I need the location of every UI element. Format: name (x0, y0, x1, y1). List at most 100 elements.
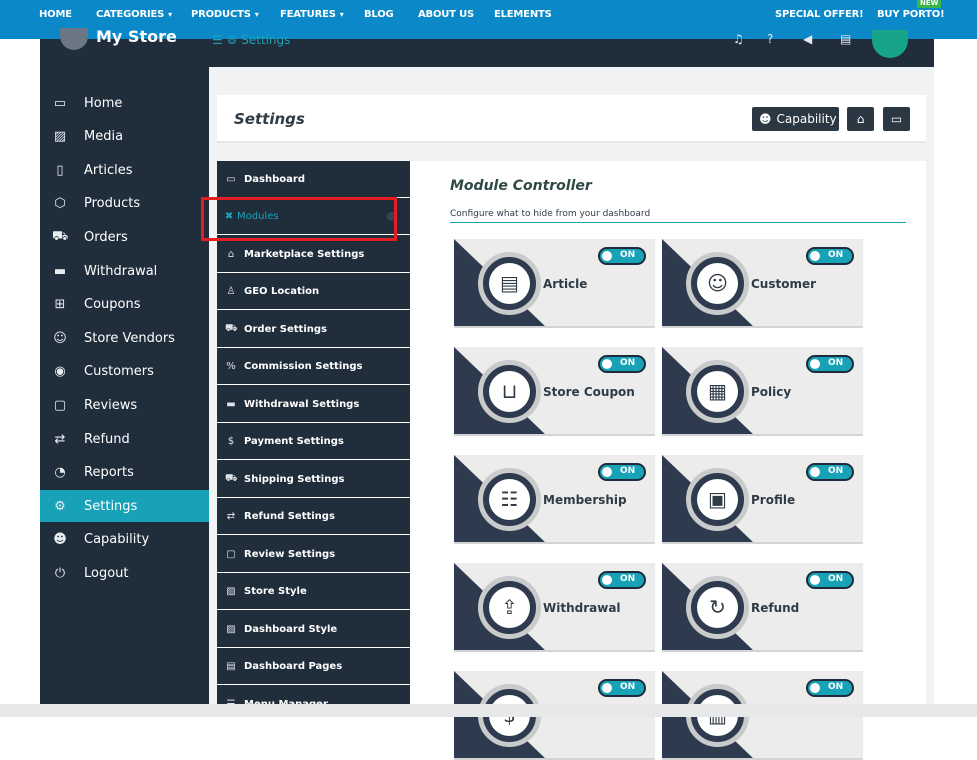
comment-icon: ▢ (53, 397, 67, 413)
highlight-box (201, 197, 397, 241)
toggle-label: ON (828, 250, 844, 260)
submenu-item-commission-settings[interactable]: % Commission Settings (217, 348, 410, 385)
module-toggle[interactable]: ON (598, 679, 646, 697)
sidebar-item-reviews[interactable]: ▢ Reviews (40, 389, 209, 421)
gears-icon: ⚙ (54, 498, 66, 514)
sidebar-item-store-vendors[interactable]: ☺ Store Vendors (40, 322, 209, 354)
policy-icon: ▦ (697, 371, 738, 412)
menu-toggle-icon[interactable]: ☰ (212, 33, 223, 47)
submenu-item-label: Marketplace Settings (244, 248, 365, 260)
module-toggle[interactable]: ON (598, 247, 646, 265)
sidebar-item-orders[interactable]: ⛟ Orders (40, 221, 209, 253)
settings-submenu: ▭ Dashboard ✖ Modules ◎ ⌂ Marketplace Settin… (217, 161, 410, 723)
submenu-item-review-settings[interactable]: ▢ Review Settings (217, 536, 410, 573)
module-card-article: ▤ Article ON (454, 239, 655, 328)
submenu-item-order-settings[interactable]: ⛟ Order Settings (217, 311, 410, 348)
capability-button[interactable]: ☻ Capability (752, 107, 839, 131)
submenu-item-geo-location[interactable]: ♙ GEO Location (217, 273, 410, 310)
help-icon[interactable]: ? (767, 32, 773, 46)
submenu-item-withdrawal-settings[interactable]: ▬ Withdrawal Settings (217, 386, 410, 423)
nav-elements[interactable]: ELEMENTS (494, 9, 552, 20)
dollar-icon: $ (227, 435, 235, 447)
nav-categories-label: CATEGORIES (96, 9, 165, 20)
submenu-item-store-style[interactable]: ▨ Store Style (217, 573, 410, 610)
pie-chart-icon: ◔ (54, 464, 66, 480)
sidebar-item-products[interactable]: ⬡ Products (40, 187, 209, 219)
sidebar-item-settings[interactable]: ⚙ Settings (40, 490, 209, 522)
sidebar-item-label: Settings (84, 498, 138, 514)
toggle-label: ON (620, 250, 636, 260)
nav-categories[interactable]: CATEGORIES ▾ (96, 9, 172, 20)
toggle-label: ON (620, 466, 636, 476)
coupon-basket-icon: ⊔ (489, 371, 530, 412)
submenu-item-refund-settings[interactable]: ⇄ Refund Settings (217, 498, 410, 535)
submenu-item-dashboard-pages[interactable]: ▤ Dashboard Pages (217, 648, 410, 685)
nav-features[interactable]: FEATURES ▾ (280, 9, 344, 20)
module-toggle[interactable]: ON (806, 679, 854, 697)
sidebar-item-reports[interactable]: ◔ Reports (40, 456, 209, 488)
withdrawal-icon: ⇪ (489, 587, 530, 628)
sidebar-item-media[interactable]: ▨ Media (40, 120, 209, 152)
submenu-item-shipping-settings[interactable]: ⛟ Shipping Settings (217, 461, 410, 498)
image-icon: ▨ (53, 128, 67, 144)
module-card-policy: ▦ Policy ON (662, 347, 863, 436)
chevron-down-icon: ▾ (254, 10, 259, 19)
submenu-item-label: Dashboard Pages (244, 660, 343, 672)
sidebar-item-home[interactable]: ▭ Home (40, 87, 209, 119)
submenu-item-dashboard-style[interactable]: ▨ Dashboard Style (217, 611, 410, 648)
module-toggle[interactable]: ON (806, 355, 854, 373)
submenu-item-dashboard[interactable]: ▭ Dashboard (217, 161, 410, 198)
module-toggle[interactable]: ON (806, 463, 854, 481)
location-icon: ♙ (226, 285, 236, 297)
page-header: Settings ☻ Capability ⌂ ▭ (217, 95, 926, 143)
module-toggle[interactable]: ON (806, 247, 854, 265)
module-name: Profile (751, 493, 796, 507)
module-name: Article (543, 277, 588, 291)
module-toggle[interactable]: ON (806, 571, 854, 589)
module-toggle[interactable]: ON (598, 463, 646, 481)
sidebar-item-capability[interactable]: ☻ Capability (40, 523, 209, 555)
user-circle-icon: ◉ (54, 363, 66, 379)
nav-products[interactable]: PRODUCTS ▾ (191, 9, 259, 20)
sidebar-item-articles[interactable]: ▯ Articles (40, 154, 209, 186)
page-title: Settings (234, 110, 305, 128)
breadcrumb: ☰ ⚙ Settings (212, 33, 290, 47)
bell-icon[interactable]: ♫ (733, 32, 744, 46)
retweet-icon: ⇄ (54, 431, 66, 447)
sidebar-item-coupons[interactable]: ⊞ Coupons (40, 288, 209, 320)
megaphone-icon[interactable]: ◀ (803, 32, 812, 46)
sidebar-item-customers[interactable]: ◉ Customers (40, 355, 209, 387)
tutorial-button[interactable]: ⌂ (847, 107, 874, 131)
video-button[interactable]: ▭ (883, 107, 910, 131)
profile-icon: ▣ (697, 479, 738, 520)
sidebar: ▭ Home ▨ Media ▯ Articles ⬡ Products ⛟ Orders… (40, 67, 209, 717)
sidebar-item-label: Withdrawal (84, 263, 158, 279)
horizontal-scrollbar[interactable] (0, 704, 977, 717)
sidebar-item-label: Customers (84, 363, 154, 379)
submenu-item-marketplace-settings[interactable]: ⌂ Marketplace Settings (217, 236, 410, 273)
nav-buy-porto[interactable]: BUY PORTO! (877, 9, 945, 20)
sidebar-item-refund[interactable]: ⇄ Refund (40, 423, 209, 455)
submenu-item-label: Shipping Settings (244, 473, 345, 485)
store-name[interactable]: My Store (96, 27, 177, 47)
module-controller-title: Module Controller (450, 178, 592, 194)
submenu-item-label: Payment Settings (244, 435, 344, 447)
graduation-cap-icon: ⌂ (856, 112, 865, 126)
nav-about-us[interactable]: ABOUT US (418, 9, 474, 20)
chevron-down-icon: ▾ (339, 10, 344, 19)
module-toggle[interactable]: ON (598, 355, 646, 373)
module-toggle[interactable]: ON (598, 571, 646, 589)
customer-icon: ☺ (697, 263, 738, 304)
sidebar-item-label: Capability (84, 531, 150, 547)
book-icon[interactable]: ▤ (840, 32, 851, 46)
card-icon: ▬ (53, 263, 67, 279)
breadcrumb-label: Settings (241, 33, 291, 47)
sidebar-item-logout[interactable]: ⏻ Logout (40, 557, 209, 589)
submenu-item-payment-settings[interactable]: $ Payment Settings (217, 423, 410, 460)
nav-home[interactable]: HOME (39, 9, 72, 20)
nav-blog[interactable]: BLOG (364, 9, 394, 20)
pages-icon: ▤ (226, 660, 236, 672)
sidebar-item-withdrawal[interactable]: ▬ Withdrawal (40, 255, 209, 287)
monitor-icon: ▭ (53, 95, 67, 111)
nav-special-offer[interactable]: SPECIAL OFFER! (775, 9, 864, 20)
